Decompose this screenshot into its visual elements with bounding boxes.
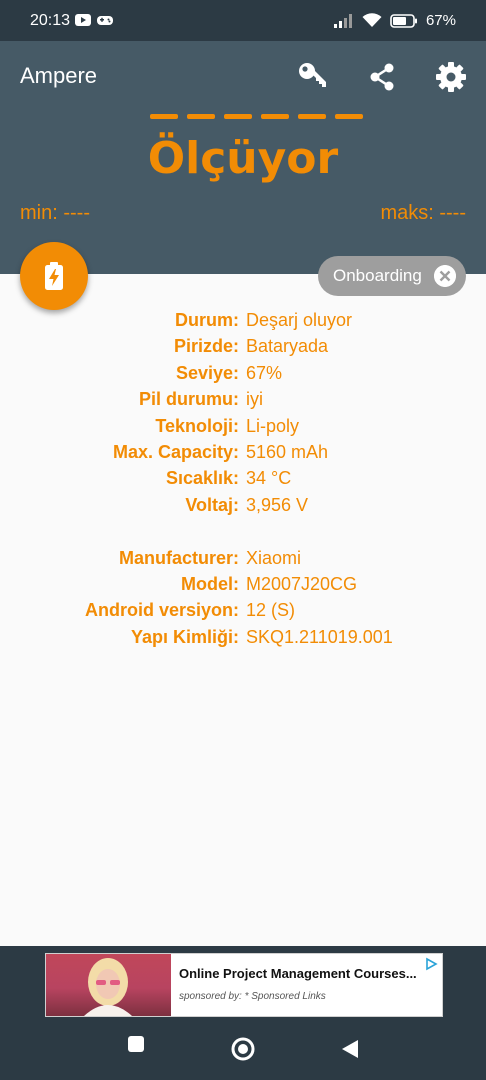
info-label: Seviye: <box>175 362 239 383</box>
triangle-back-icon[interactable] <box>340 1038 360 1060</box>
measuring-status: Ölçüyor <box>147 133 339 184</box>
gamepad-icon <box>97 16 113 25</box>
info-value: Bataryada <box>246 336 329 357</box>
info-row-level: Seviye: 67% <box>0 363 486 389</box>
info-label: Manufacturer: <box>118 547 239 568</box>
adchoices-icon[interactable] <box>424 957 438 971</box>
info-row-voltage: Voltaj: 3,956 V <box>0 495 486 521</box>
info-value: Xiaomi <box>246 547 302 568</box>
info-label: Voltaj: <box>185 494 239 515</box>
onboarding-label: Onboarding <box>333 266 422 285</box>
status-time: 20:13 <box>30 12 71 29</box>
info-label: Teknoloji: <box>155 415 239 436</box>
info-row-model: Model: M2007J20CG <box>0 574 486 600</box>
value-placeholder-dashes <box>150 114 363 119</box>
info-row-health: Pil durumu: iyi <box>0 389 486 415</box>
info-value: M2007J20CG <box>246 573 358 594</box>
gear-icon[interactable] <box>435 61 467 93</box>
info-row-status: Durum: Deşarj oluyor <box>0 310 486 336</box>
battery-percent: 67% <box>425 12 456 29</box>
ad-sponsor: sponsored by: * Sponsored Links <box>179 991 326 1002</box>
onboarding-chip[interactable]: Onboarding <box>318 256 466 296</box>
info-label: Sıcaklık: <box>165 468 239 489</box>
battery-fab-button[interactable] <box>20 242 88 310</box>
info-value: SKQ1.211019.001 <box>246 626 393 647</box>
info-row-plugged: Pirizde: Bataryada <box>0 336 486 362</box>
min-value: min: ---- <box>20 202 90 224</box>
info-row-manufacturer: Manufacturer: Xiaomi <box>0 548 486 574</box>
info-value: iyi <box>246 389 263 410</box>
info-value: 12 (S) <box>246 600 296 621</box>
ad-title[interactable]: Online Project Management Courses... <box>179 966 417 981</box>
max-value: maks: ---- <box>380 202 466 224</box>
info-label: Pil durumu: <box>139 389 239 410</box>
battery-icon <box>390 13 417 28</box>
info-row-build-id: Yapı Kimliği: SKQ1.211019.001 <box>0 627 486 653</box>
ad-person-image <box>84 958 132 1016</box>
info-label: Pirizde: <box>173 336 239 357</box>
info-label: Yapı Kimliği: <box>130 626 239 647</box>
circle-icon[interactable] <box>230 1036 256 1062</box>
info-row-temperature: Sıcaklık: 34 °C <box>0 468 486 494</box>
info-row-technology: Teknoloji: Li-poly <box>0 416 486 442</box>
youtube-icon <box>75 14 91 26</box>
info-label: Max. Capacity: <box>112 441 239 462</box>
info-label: Durum: <box>175 310 239 330</box>
info-value: Deşarj oluyor <box>246 310 353 330</box>
info-value: Li-poly <box>246 415 300 436</box>
info-value: 67% <box>246 362 283 383</box>
close-icon[interactable] <box>434 265 456 287</box>
info-row-android-version: Android versiyon: 12 (S) <box>0 600 486 626</box>
info-value: 3,956 V <box>246 494 309 515</box>
share-icon[interactable] <box>366 61 398 93</box>
key-icon[interactable] <box>297 61 329 93</box>
info-value: 5160 mAh <box>246 441 329 462</box>
bottom-area: Online Project Management Courses... spo… <box>0 946 486 1080</box>
signal-icon <box>333 13 352 28</box>
info-label: Model: <box>181 573 239 594</box>
info-value: 34 °C <box>246 468 292 489</box>
status-bar: 20:13 67% <box>0 0 486 41</box>
battery-charging-icon <box>45 262 63 290</box>
ad-banner[interactable]: Online Project Management Courses... spo… <box>45 953 443 1017</box>
square-icon[interactable] <box>126 1034 146 1054</box>
battery-info-list: Durum: Deşarj oluyor Pirizde: Bataryada Se… <box>0 310 486 653</box>
info-row-capacity: Max. Capacity: 5160 mAh <box>0 442 486 468</box>
app-header: Ampere Ölçüyor min: ---- maks: ---- <box>0 41 486 274</box>
app-title: Ampere <box>20 63 98 88</box>
wifi-icon <box>362 13 382 27</box>
ad-image[interactable] <box>46 954 171 1016</box>
info-label: Android versiyon: <box>84 600 239 621</box>
